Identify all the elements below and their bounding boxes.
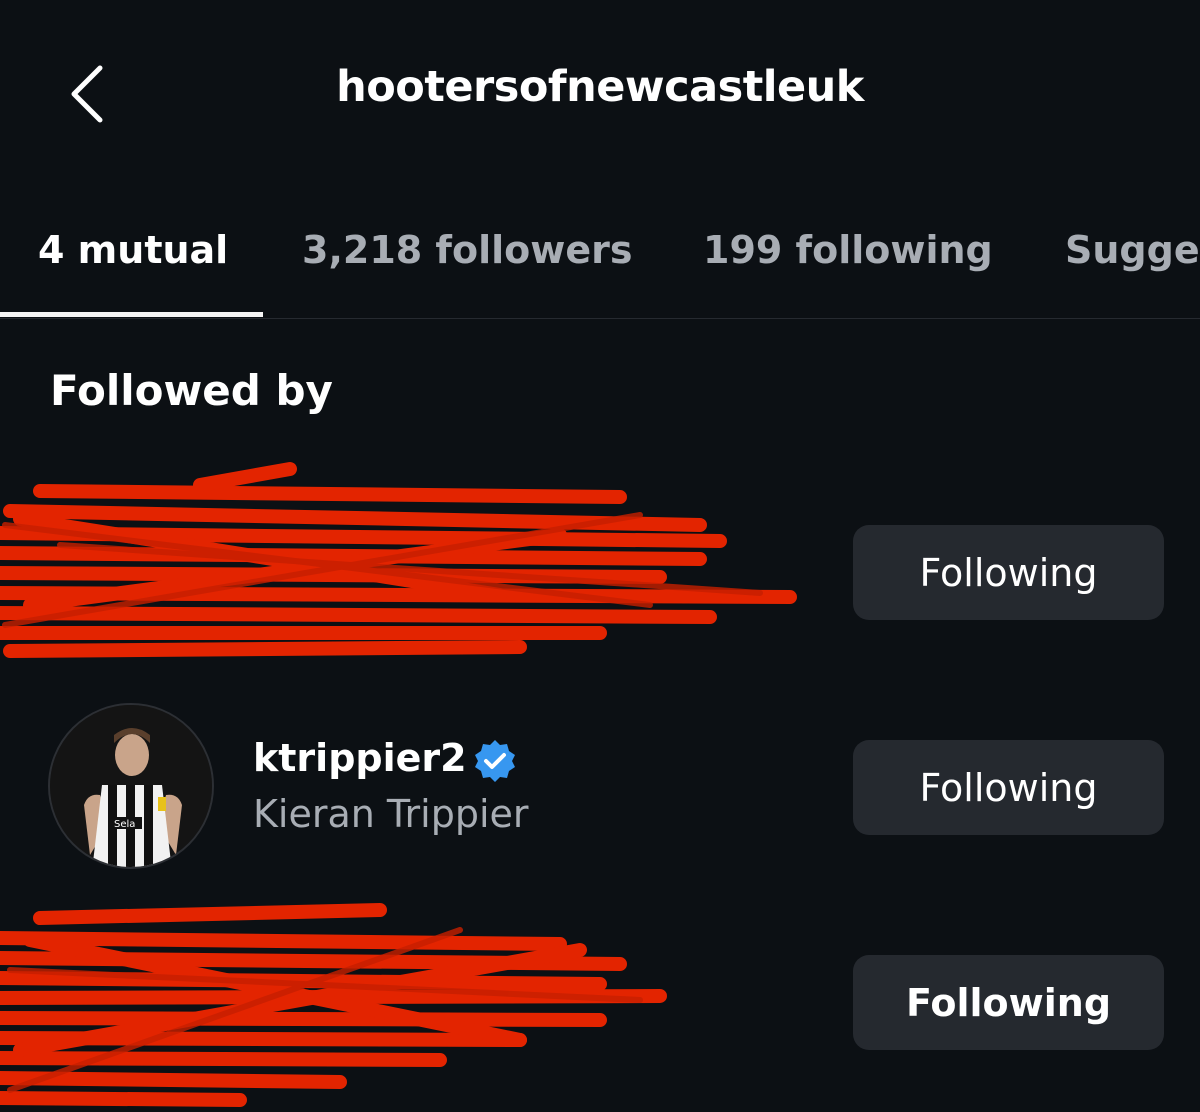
- following-button[interactable]: Following: [853, 955, 1164, 1050]
- avatar: Sela: [48, 703, 214, 869]
- svg-text:Sela: Sela: [114, 819, 135, 830]
- following-button[interactable]: Following: [853, 740, 1164, 835]
- verified-badge-icon: [475, 740, 515, 782]
- active-tab-indicator: [0, 312, 263, 317]
- full-name: Kieran Trippier: [253, 792, 529, 836]
- page-title: hootersofnewcastleuk: [336, 62, 864, 112]
- redaction-scribble: [0, 903, 667, 1107]
- tab-mutual[interactable]: 4 mutual: [38, 228, 228, 272]
- tab-followers[interactable]: 3,218 followers: [302, 228, 632, 272]
- tab-bar: 4 mutual 3,218 followers 199 following S…: [0, 190, 1200, 319]
- tab-following[interactable]: 199 following: [703, 228, 993, 272]
- header: hootersofnewcastleuk: [0, 0, 1200, 190]
- username[interactable]: ktrippier2: [253, 736, 467, 780]
- tab-suggested[interactable]: Sugge: [1065, 228, 1200, 272]
- following-button[interactable]: Following: [853, 525, 1164, 620]
- section-title: Followed by: [50, 366, 333, 415]
- redaction-scribble: [0, 462, 797, 658]
